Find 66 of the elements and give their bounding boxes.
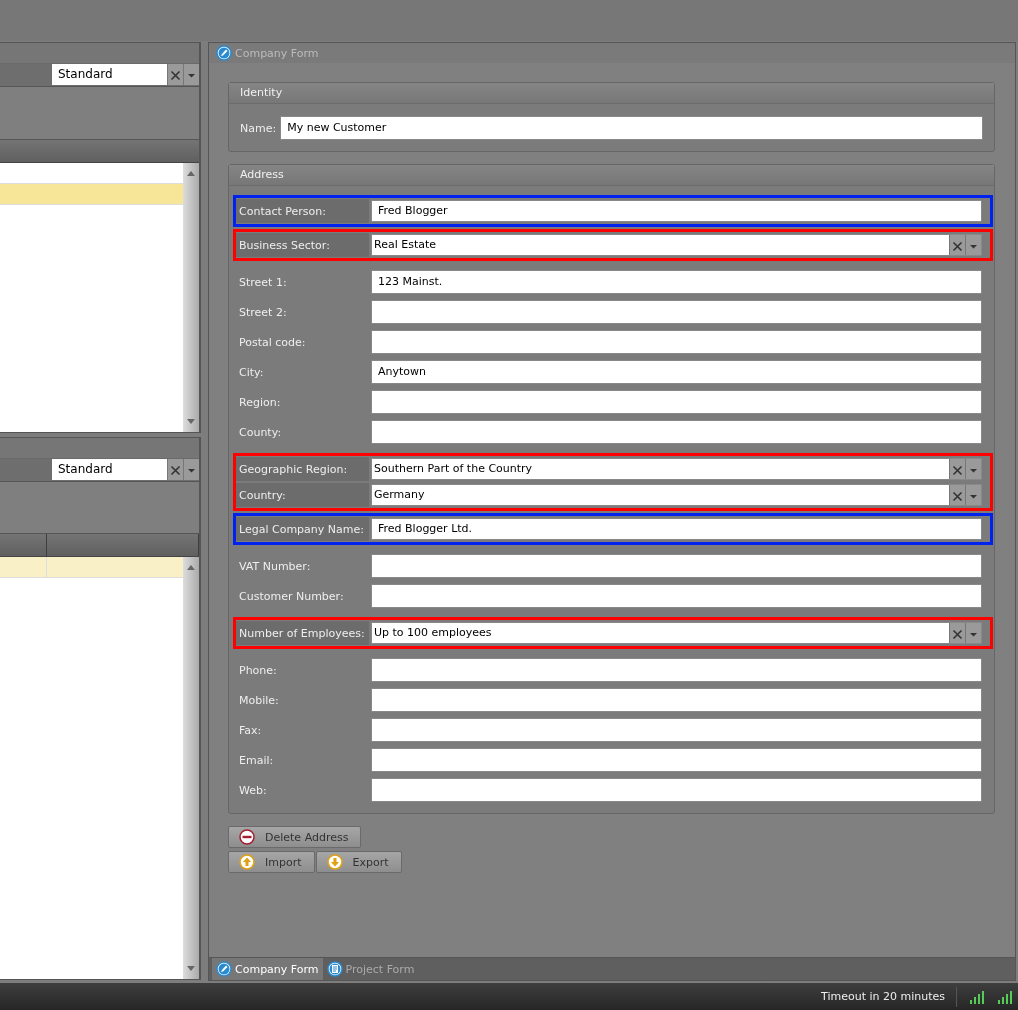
clear-icon [949,485,965,505]
field-label: Phone: [238,662,278,679]
text-field[interactable]: Fred Blogger Ltd. [371,518,982,540]
signal-icon [969,988,985,1005]
field-label: Contact Person: [236,199,369,223]
view-dropdown[interactable]: Standard [52,459,199,480]
clear-icon [949,459,965,479]
action-button[interactable]: Delete Address [228,826,362,848]
field-label: Business Sector: [236,233,369,257]
field-label: Country: [236,483,369,507]
action-button[interactable]: Import [228,851,315,873]
name-field[interactable]: My new Customer [280,116,983,140]
scroll-up-icon [186,169,196,177]
scroll-down-icon [186,418,196,426]
field-label: City: [238,364,265,381]
dropdown-field[interactable]: Real Estate [371,234,982,256]
dropdown-field[interactable]: Southern Part of the Country [371,458,982,480]
text-field[interactable] [371,748,982,772]
signal-icon [997,988,1013,1005]
document-icon [326,961,343,977]
section-title: Identity [229,83,994,104]
field-label: Mobile: [238,692,280,709]
dropdown-field[interactable]: Germany [371,484,982,506]
field-label: Customer Number: [238,588,345,605]
tab[interactable]: Company Form [212,958,323,980]
text-field[interactable] [371,778,982,802]
text-field[interactable] [371,584,982,608]
minus-icon [239,829,255,845]
pencil-icon [216,45,232,61]
field-label: Street 2: [238,304,288,321]
text-field[interactable]: 123 Mainst. [371,270,982,294]
text-field[interactable]: Fred Blogger [371,200,982,222]
scroll-down-icon [186,965,196,973]
field-label: Name: [240,121,277,135]
scroll-up-icon [186,563,196,571]
text-field[interactable] [371,300,982,324]
section-title: Address [229,165,994,186]
text-field[interactable] [371,718,982,742]
dropdown-field[interactable]: Up to 100 employees [371,622,982,644]
field-label: Geographic Region: [236,457,369,481]
field-label: Legal Company Name: [236,517,369,541]
view-dropdown[interactable]: Standard [52,64,199,85]
field-label: Postal code: [238,334,307,351]
status-text: Timeout in 20 minutes [821,990,945,1003]
field-label: Web: [238,782,268,799]
field-label: Fax: [238,722,263,739]
text-field[interactable] [371,688,982,712]
field-label: Email: [238,752,275,769]
scrollbar[interactable] [183,163,199,432]
clear-icon [949,235,965,255]
panel-title: Company Form [235,46,319,60]
text-field[interactable]: Anytown [371,360,982,384]
action-button[interactable]: Export [315,851,402,873]
text-field[interactable] [371,554,982,578]
field-label: County: [238,424,283,441]
text-field[interactable] [371,330,982,354]
field-label: Street 1: [238,274,288,291]
field-label: Region: [238,394,282,411]
scrollbar[interactable] [183,557,199,979]
pencil-icon [216,961,232,977]
text-field[interactable] [371,420,982,444]
text-field[interactable] [371,390,982,414]
field-label: VAT Number: [238,558,312,575]
text-field[interactable] [371,658,982,682]
clear-icon [949,623,965,643]
field-label: Number of Employees: [236,621,369,645]
